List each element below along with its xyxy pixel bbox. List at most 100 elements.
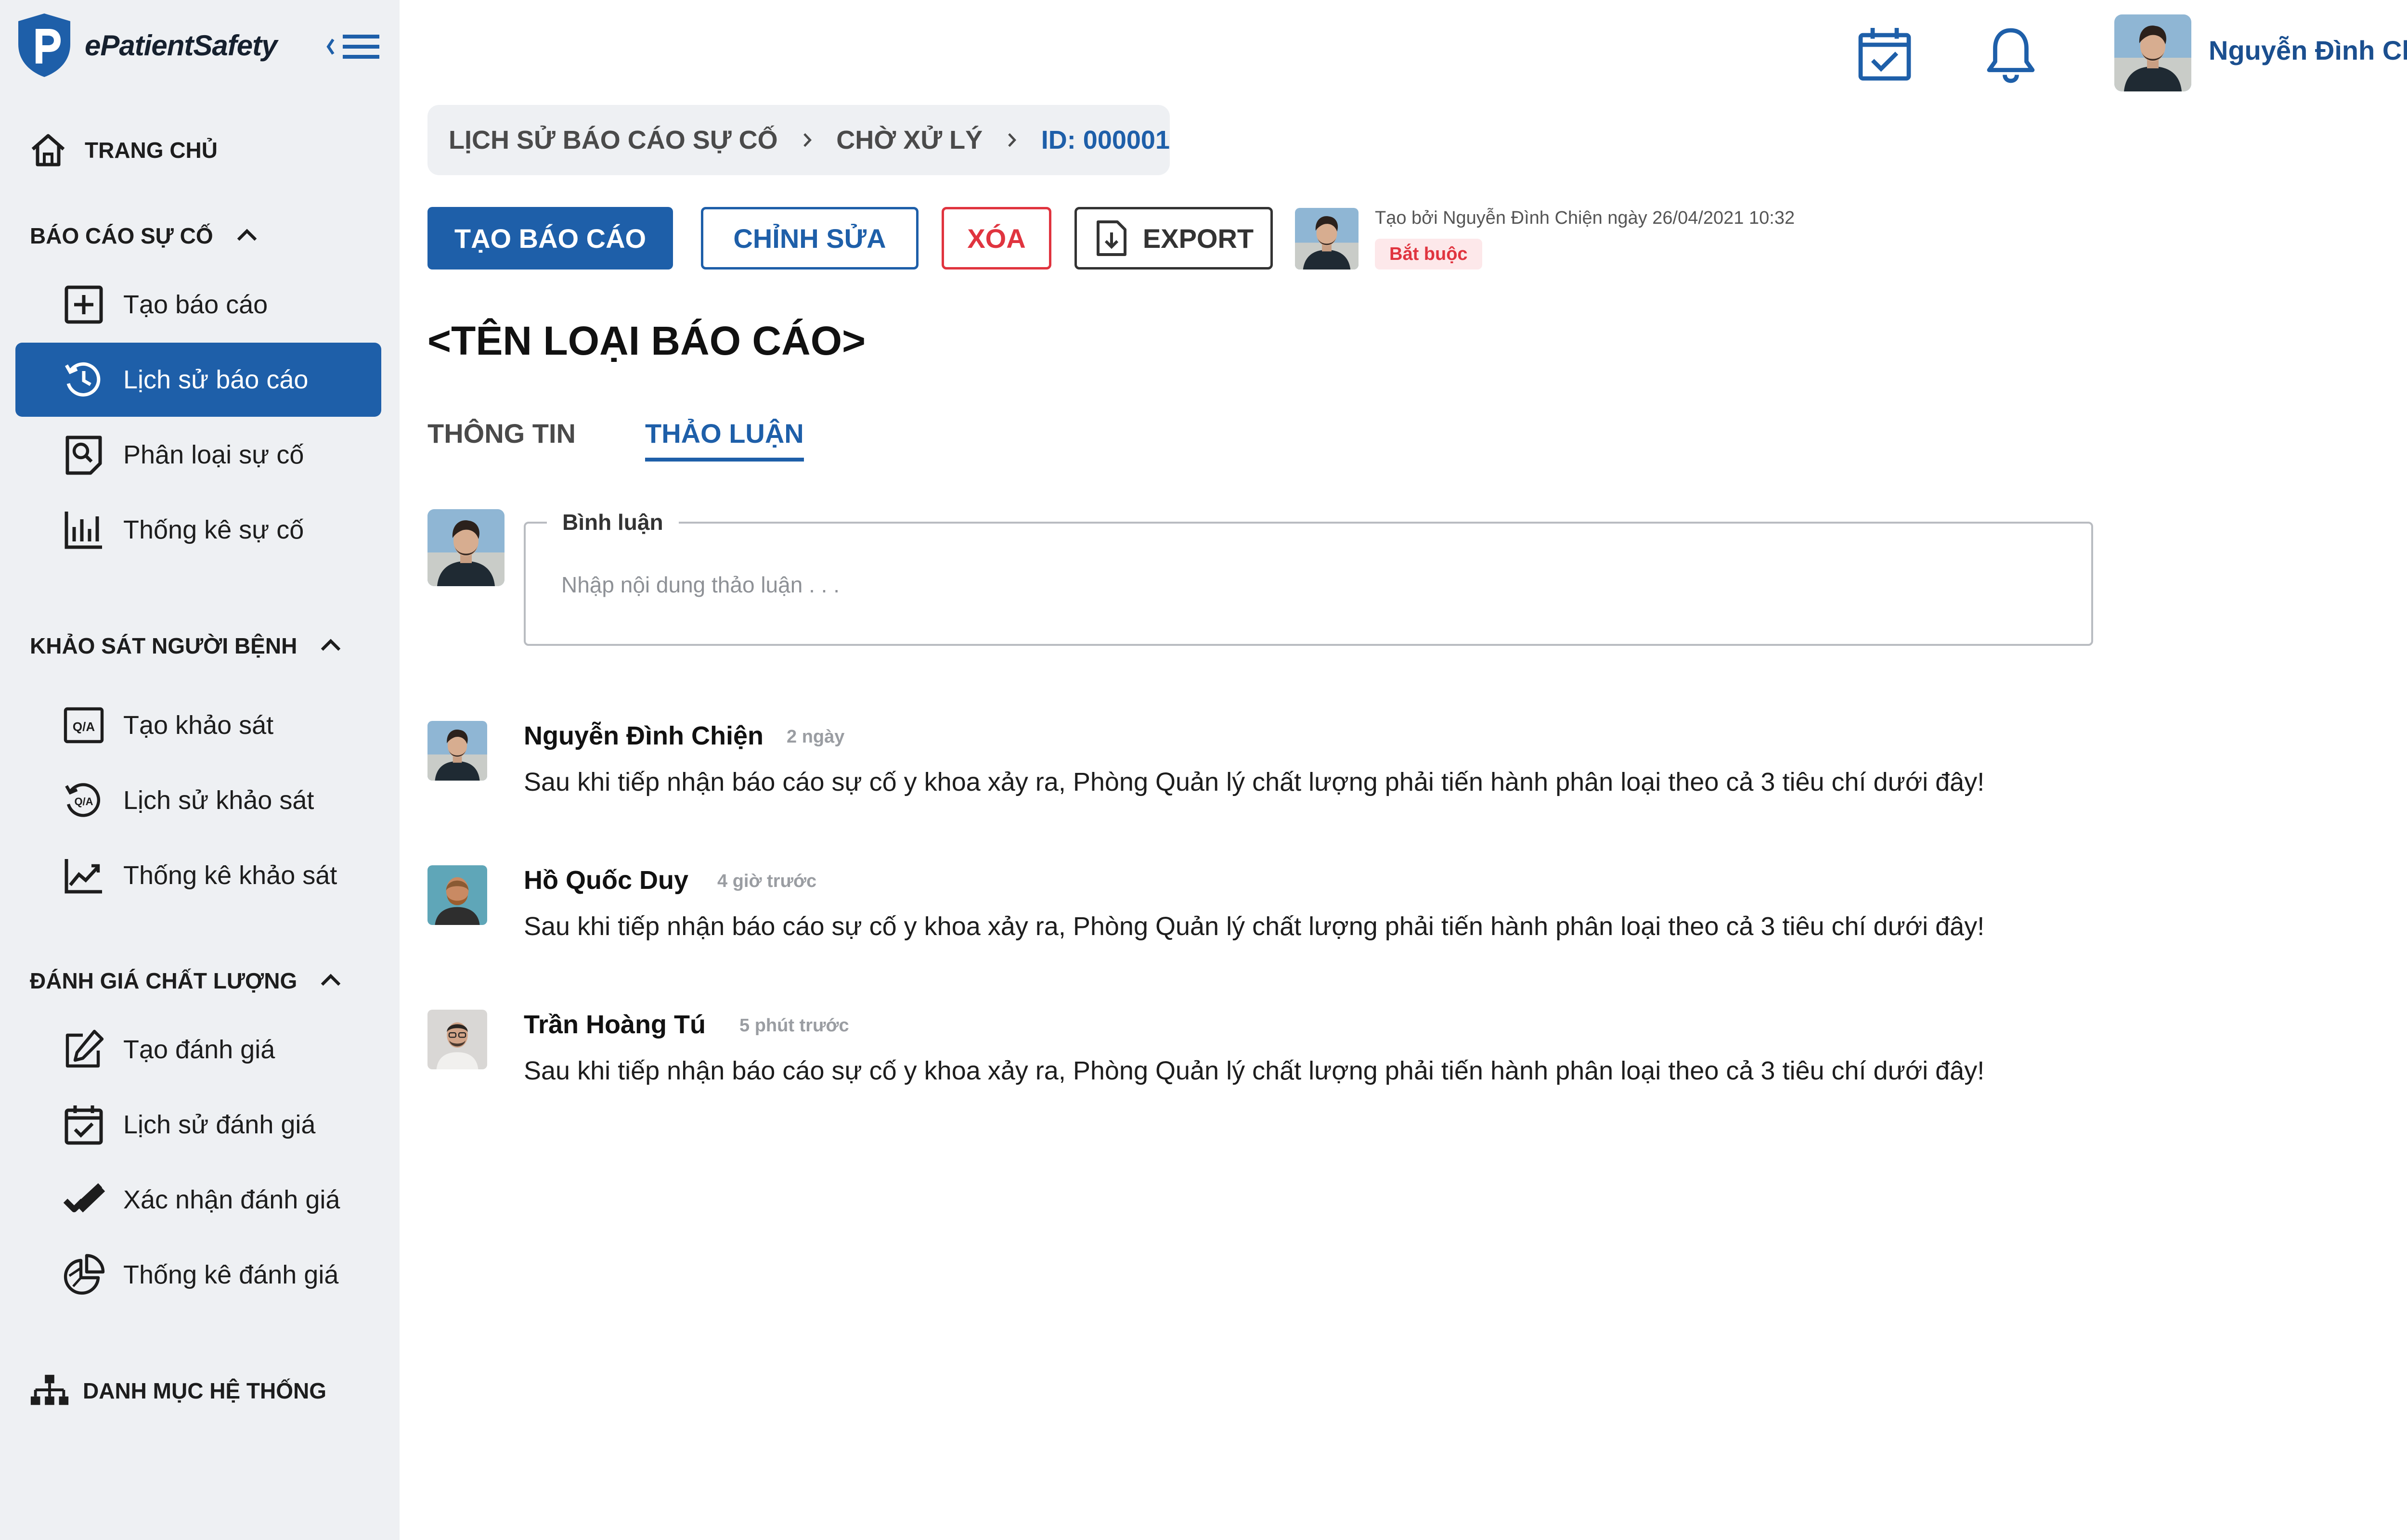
- sidebar-item-label: Thống kê sự cố: [123, 515, 304, 544]
- collapse-menu-button[interactable]: [325, 30, 383, 64]
- sitemap-icon: [30, 1374, 69, 1405]
- breadcrumb-item[interactable]: LỊCH SỬ BÁO CÁO SỰ CỐ: [449, 125, 778, 155]
- comment-field-label: Bình luận: [547, 509, 679, 535]
- sidebar-item-label: Tạo báo cáo: [123, 290, 268, 319]
- sidebar-item-label: Xác nhận đánh giá: [123, 1185, 340, 1214]
- comment-text: Sau khi tiếp nhận báo cáo sự cố y khoa x…: [524, 768, 1985, 796]
- status-badge: Bắt buộc: [1375, 239, 1482, 270]
- commenter-avatar-image: [427, 721, 487, 781]
- breadcrumb-current: ID: 000001: [1041, 126, 1170, 154]
- file-download-icon: [1096, 220, 1126, 256]
- list-item: Trần Hoàng Tú 5 phút trước Sau khi tiếp …: [427, 1010, 2064, 1135]
- avatar: [427, 721, 487, 781]
- logo[interactable]: ePatientSafety: [14, 12, 277, 79]
- export-button[interactable]: EXPORT: [1074, 207, 1273, 270]
- delete-button[interactable]: XÓA: [942, 207, 1051, 270]
- sidebar-item-label: Phân loại sự cố: [123, 440, 304, 469]
- edit-icon: [65, 1029, 104, 1068]
- chevron-right-icon: [803, 133, 812, 147]
- home-icon: [31, 134, 65, 167]
- user-avatar-image: [2114, 14, 2191, 91]
- sidebar-item-label: Lịch sử báo cáo: [123, 365, 309, 394]
- comment-time: 5 phút trước: [739, 1015, 849, 1036]
- calendar-check-icon: [65, 1105, 103, 1145]
- sidebar-item-label: Tạo đánh giá: [123, 1035, 275, 1064]
- section-title: BÁO CÁO SỰ CỐ: [30, 223, 213, 248]
- qa-history-icon: Q/A: [65, 783, 100, 817]
- sidebar-item-survey-stats[interactable]: Thống kê khảo sát: [15, 838, 381, 912]
- nav-home[interactable]: TRANG CHỦ: [28, 126, 218, 174]
- avatar[interactable]: [2114, 14, 2191, 91]
- comment-author[interactable]: Hồ Quốc Duy: [524, 865, 688, 895]
- svg-text:Q/A: Q/A: [73, 719, 95, 734]
- sidebar-item-label: Thống kê đánh giá: [123, 1260, 339, 1289]
- sidebar-item-label: Lịch sử khảo sát: [123, 786, 314, 815]
- header-user-name[interactable]: Nguyễn Đình Chiện: [2209, 35, 2407, 66]
- nav-system-catalog-label: DANH MỤC HỆ THỐNG: [83, 1378, 326, 1403]
- comment-time: 4 giờ trước: [717, 871, 817, 891]
- chevron-right-icon: [1008, 133, 1017, 147]
- pie-chart-icon: [64, 1254, 105, 1295]
- sidebar-item-label: Lịch sử đánh giá: [123, 1110, 316, 1139]
- section-title: KHẢO SÁT NGƯỜI BỆNH: [30, 633, 298, 658]
- avatar: [427, 509, 505, 586]
- bar-chart-icon: [65, 512, 102, 549]
- commenter-avatar-image: [427, 865, 487, 925]
- section-patient-survey[interactable]: KHẢO SÁT NGƯỜI BỆNH: [30, 627, 345, 665]
- commenter-avatar-image: [427, 1010, 487, 1069]
- sidebar-item-confirm-assessment[interactable]: Xác nhận đánh giá: [15, 1163, 381, 1237]
- chevron-up-icon: [237, 229, 257, 241]
- created-by-text: Tạo bởi Nguyễn Đình Chiện ngày 26/04/202…: [1375, 208, 1795, 228]
- sidebar-item-assessment-stats[interactable]: Thống kê đánh giá: [15, 1238, 381, 1312]
- list-item: Nguyễn Đình Chiện 2 ngày Sau khi tiếp nh…: [427, 721, 2064, 846]
- line-chart-icon: [65, 859, 102, 894]
- sidebar-item-label: Thống kê khảo sát: [123, 861, 337, 890]
- sidebar-item-assessment-history[interactable]: Lịch sử đánh giá: [15, 1088, 381, 1162]
- comment-time: 2 ngày: [787, 727, 845, 747]
- sidebar-item-create-assessment[interactable]: Tạo đánh giá: [15, 1013, 381, 1087]
- sidebar-item-report-history[interactable]: Lịch sử báo cáo: [15, 343, 381, 417]
- shield-logo-icon: [18, 13, 70, 77]
- header-notification-button[interactable]: [1980, 23, 2042, 86]
- sidebar-item-create-survey[interactable]: Q/A Tạo khảo sát: [15, 688, 381, 762]
- svg-text:Q/A: Q/A: [74, 796, 93, 808]
- current-user-avatar-image: [427, 509, 505, 586]
- sidebar-item-survey-history[interactable]: Q/A Lịch sử khảo sát: [15, 763, 381, 837]
- avatar: [427, 865, 487, 925]
- page-title: <TÊN LOẠI BÁO CÁO>: [427, 318, 866, 363]
- sidebar-item-label: Tạo khảo sát: [123, 711, 274, 740]
- bell-icon: [1987, 28, 2035, 83]
- section-quality-assessment[interactable]: ĐÁNH GIÁ CHẤT LƯỢNG: [30, 962, 345, 1000]
- app-name: ePatientSafety: [85, 29, 277, 62]
- comment-author[interactable]: Trần Hoàng Tú: [524, 1010, 706, 1040]
- breadcrumb-item[interactable]: CHỜ XỬ LÝ: [836, 125, 983, 155]
- avatar: [427, 1010, 487, 1069]
- edit-button[interactable]: CHỈNH SỬA: [701, 207, 919, 270]
- classify-icon: [65, 436, 102, 475]
- avatar: [1295, 208, 1359, 270]
- comment-text: Sau khi tiếp nhận báo cáo sự cố y khoa x…: [524, 912, 1985, 941]
- breadcrumb: LỊCH SỬ BÁO CÁO SỰ CỐ CHỜ XỬ LÝ ID: 0000…: [427, 105, 1170, 175]
- sidebar-item-classify-incident[interactable]: Phân loại sự cố: [15, 418, 381, 492]
- tab-discussion[interactable]: THẢO LUẬN: [645, 418, 804, 462]
- collapse-menu-icon: [326, 35, 379, 59]
- list-item: Hồ Quốc Duy 4 giờ trước Sau khi tiếp nhậ…: [427, 865, 2064, 990]
- chevron-up-icon: [321, 639, 341, 651]
- chevron-up-icon: [321, 974, 341, 986]
- qa-icon: Q/A: [64, 707, 104, 744]
- nav-home-label: TRANG CHỦ: [85, 138, 218, 163]
- header-calendar-button[interactable]: [1853, 23, 1916, 86]
- app-root: ePatientSafety TRANG CHỦ BÁO CÁO SỰ CỐ T…: [0, 0, 2407, 1540]
- comment-input[interactable]: [561, 568, 2054, 602]
- comment-text: Sau khi tiếp nhận báo cáo sự cố y khoa x…: [524, 1056, 1985, 1085]
- nav-system-catalog[interactable]: DANH MỤC HỆ THỐNG: [28, 1367, 326, 1415]
- tab-info[interactable]: THÔNG TIN: [427, 418, 576, 449]
- section-incident-report[interactable]: BÁO CÁO SỰ CỐ: [30, 217, 261, 255]
- sidebar-item-create-report[interactable]: Tạo báo cáo: [15, 268, 381, 342]
- plus-square-icon: [65, 285, 103, 324]
- creator-avatar-image: [1295, 208, 1359, 270]
- comment-author[interactable]: Nguyễn Đình Chiện: [524, 721, 764, 751]
- create-report-button[interactable]: TẠO BÁO CÁO: [427, 207, 673, 270]
- sidebar-item-incident-stats[interactable]: Thống kê sự cố: [15, 493, 381, 567]
- sidebar: ePatientSafety TRANG CHỦ BÁO CÁO SỰ CỐ T…: [0, 0, 400, 1540]
